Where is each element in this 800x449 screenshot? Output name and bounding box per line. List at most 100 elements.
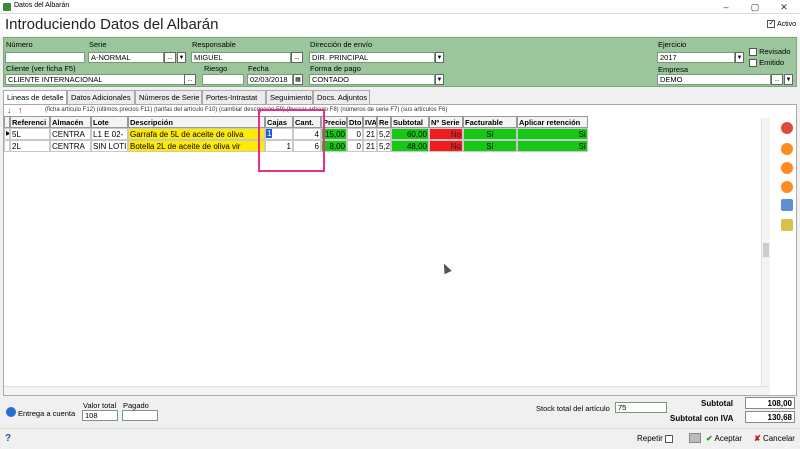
table-cell-subtotal[interactable]: 48,00 <box>391 140 429 152</box>
table-cell-re[interactable]: 5,2 <box>377 128 391 140</box>
direccion-input[interactable]: DIR. PRINCIPAL <box>309 52 435 63</box>
serie-dropdown-arrow-icon[interactable]: ▼ <box>177 52 186 63</box>
riesgo-input[interactable] <box>202 74 244 85</box>
copy-line-icon[interactable] <box>781 162 793 174</box>
col-header-descripcion[interactable]: Descripción <box>128 116 265 128</box>
tab-portes-intrastat[interactable]: Portes-Intrastat <box>202 90 266 104</box>
cancelar-button[interactable]: ✘ Cancelar <box>754 432 795 446</box>
serie-lookup-button[interactable]: ... <box>164 52 176 63</box>
close-window-button[interactable]: ✕ <box>774 1 794 13</box>
table-cell-ref[interactable]: 2L <box>10 140 50 152</box>
numero-input[interactable] <box>5 52 85 63</box>
window-title: Datos del Albarán <box>14 2 70 9</box>
revisado-label: Revisado <box>759 47 791 56</box>
table-cell-dto[interactable]: 0 <box>347 140 363 152</box>
table-cell-ref[interactable]: 5L <box>10 128 50 140</box>
stock-input[interactable]: 75 <box>615 402 667 413</box>
cliente-lookup-button[interactable]: ... <box>184 74 196 85</box>
emitido-checkbox[interactable]: Emitido <box>749 58 784 68</box>
col-header-retencion[interactable]: Aplicar retención <box>517 116 588 128</box>
table-cell-subtotal[interactable]: 60,00 <box>391 128 429 140</box>
table-cell-dto[interactable]: 0 <box>347 128 363 140</box>
insert-line-icon[interactable] <box>781 143 793 155</box>
tab-numeros-serie[interactable]: Números de Serie <box>135 90 202 104</box>
maximize-button[interactable]: ▢ <box>745 1 765 13</box>
col-header-referencia[interactable]: Referenci <box>10 116 50 128</box>
pago-input[interactable]: CONTADO <box>309 74 435 85</box>
entrega-icon[interactable] <box>6 407 16 417</box>
table-cell-descripcion[interactable]: Botella 2L de aceite de oliva vir <box>128 140 265 152</box>
table-cell-retencion[interactable]: Sí <box>517 140 588 152</box>
col-header-subtotal[interactable]: Subtotal <box>391 116 429 128</box>
empresa-lookup-button[interactable]: ... <box>771 74 783 85</box>
arrow-down-icon[interactable]: ↓ <box>7 105 12 115</box>
warehouse-icon[interactable] <box>781 219 793 231</box>
col-header-lote[interactable]: Lote <box>91 116 128 128</box>
table-cell-facturable[interactable]: Sí <box>463 140 517 152</box>
delete-line-icon[interactable] <box>781 122 793 134</box>
stock-label: Stock total del artículo <box>536 404 610 413</box>
empresa-input[interactable]: DEMO <box>657 74 771 85</box>
table-cell-almacen[interactable]: CENTRA <box>50 128 91 140</box>
minimize-button[interactable]: – <box>716 1 736 13</box>
tab-datos-adicionales[interactable]: Datos Adicionales <box>67 90 135 104</box>
table-cell-facturable[interactable]: Sí <box>463 128 517 140</box>
help-icon[interactable]: ? <box>5 433 11 444</box>
subtotal-iva-value: 130,68 <box>745 411 795 423</box>
pagado-input[interactable] <box>122 410 158 421</box>
scrollbar-thumb[interactable] <box>763 243 769 257</box>
col-header-nserie[interactable]: Nº Serie <box>429 116 463 128</box>
table-cell-iva[interactable]: 21 <box>363 140 377 152</box>
table-cell-nserie[interactable]: No <box>429 128 463 140</box>
revisado-checkbox[interactable]: Revisado <box>749 47 791 57</box>
table-cell-lote[interactable]: SIN LOTI <box>91 140 128 152</box>
col-header-dto[interactable]: Dto <box>347 116 363 128</box>
repetir-checkbox[interactable]: Repetir <box>637 432 674 446</box>
repetir-check-icon[interactable] <box>665 434 674 443</box>
horizontal-scrollbar[interactable] <box>4 386 769 395</box>
direccion-dropdown-arrow-icon[interactable]: ▼ <box>435 52 444 63</box>
move-line-icon[interactable] <box>781 181 793 193</box>
ejercicio-dropdown-arrow-icon[interactable]: ▼ <box>735 52 744 63</box>
arrow-up-icon[interactable]: ↑ <box>18 105 23 115</box>
emitido-check-icon[interactable] <box>749 59 757 68</box>
cliente-input[interactable]: CLIENTE INTERNACIONAL <box>5 74 185 85</box>
table-cell-descripcion[interactable]: Garrafa de 5L de aceite de oliva <box>128 128 265 140</box>
col-header-re[interactable]: Re <box>377 116 391 128</box>
activo-checkbox[interactable]: ✓ Activo <box>767 20 796 28</box>
info-icon[interactable] <box>781 199 793 211</box>
table-cell-nserie[interactable]: No <box>429 140 463 152</box>
col-header-almacen[interactable]: Almacén <box>50 116 91 128</box>
table-cell-iva[interactable]: 21 <box>363 128 377 140</box>
responsable-input[interactable]: MIGUEL <box>191 52 291 63</box>
pago-dropdown-arrow-icon[interactable]: ▼ <box>435 74 444 85</box>
vertical-scrollbar[interactable] <box>761 118 770 393</box>
entrega-cuenta-button[interactable]: Entrega a cuenta <box>18 409 75 418</box>
shortcut-hints: (ficha artículo F12) (últimos precios F1… <box>45 107 448 113</box>
fecha-input[interactable]: 02/03/2018 <box>247 74 293 85</box>
table-cell-re[interactable]: 5,2 <box>377 140 391 152</box>
valor-total-label: Valor total <box>83 401 117 410</box>
revisado-check-icon[interactable] <box>749 48 757 57</box>
calendar-icon[interactable]: ▦ <box>293 74 303 85</box>
table-cell-almacen[interactable]: CENTRA <box>50 140 91 152</box>
cancelar-label: Cancelar <box>762 434 795 443</box>
aceptar-button[interactable]: ✔ Aceptar <box>706 432 742 446</box>
col-header-facturable[interactable]: Facturable <box>463 116 517 128</box>
col-header-iva[interactable]: IVA <box>363 116 377 128</box>
tab-docs-adjuntos[interactable]: Docs. Adjuntos <box>313 90 370 104</box>
table-cell-retencion[interactable]: Sí <box>517 128 588 140</box>
print-icon[interactable] <box>689 433 701 443</box>
tab-seguimiento[interactable]: Seguimiento <box>266 90 313 104</box>
table-cell-lote[interactable]: L1 E 02- <box>91 128 128 140</box>
highlight-annotation <box>258 109 325 172</box>
serie-input[interactable]: A-NORMAL <box>88 52 164 63</box>
ejercicio-input[interactable]: 2017 <box>657 52 735 63</box>
responsable-lookup-button[interactable]: ... <box>291 52 303 63</box>
aceptar-label: Aceptar <box>714 434 743 443</box>
valor-total-input[interactable]: 108 <box>82 410 118 421</box>
ejercicio-label: Ejercicio <box>658 40 687 49</box>
tab-lineas-detalle[interactable]: Lineas de detalle <box>3 90 67 105</box>
empresa-dropdown-arrow-icon[interactable]: ▼ <box>784 74 793 85</box>
activo-check-icon[interactable]: ✓ <box>767 20 776 28</box>
